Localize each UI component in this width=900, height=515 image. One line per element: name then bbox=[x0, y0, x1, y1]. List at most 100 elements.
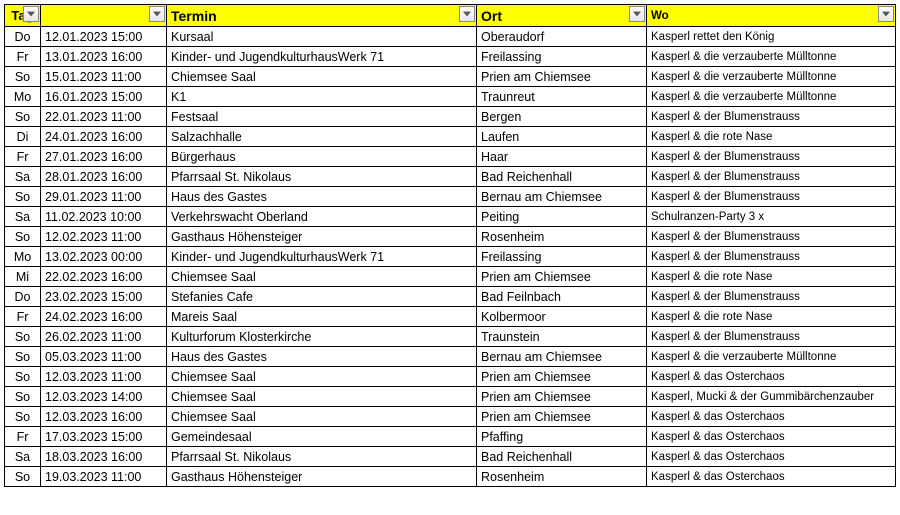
cell-termin: Haus des Gastes bbox=[167, 187, 477, 207]
cell-ort: Oberaudorf bbox=[477, 27, 647, 47]
header-ort-label: Ort bbox=[481, 8, 502, 24]
cell-termin: Salzachhalle bbox=[167, 127, 477, 147]
cell-date: 15.01.2023 11:00 bbox=[41, 67, 167, 87]
cell-tag: Fr bbox=[5, 47, 41, 67]
chevron-down-icon bbox=[882, 11, 890, 17]
header-ort: Ort bbox=[477, 5, 647, 27]
cell-termin: Mareis Saal bbox=[167, 307, 477, 327]
filter-button-tag[interactable] bbox=[23, 6, 39, 22]
header-row: Tag Termin Ort bbox=[5, 5, 896, 27]
cell-tag: So bbox=[5, 227, 41, 247]
filter-button-date[interactable] bbox=[149, 6, 165, 22]
cell-date: 26.02.2023 11:00 bbox=[41, 327, 167, 347]
cell-tag: Fr bbox=[5, 307, 41, 327]
cell-termin: K1 bbox=[167, 87, 477, 107]
cell-termin: Chiemsee Saal bbox=[167, 387, 477, 407]
cell-tag: Mo bbox=[5, 87, 41, 107]
cell-wo: Kasperl, Mucki & der Gummibärchenzauber bbox=[647, 387, 896, 407]
cell-date: 18.03.2023 16:00 bbox=[41, 447, 167, 467]
table-row: So26.02.2023 11:00Kulturforum Klosterkir… bbox=[5, 327, 896, 347]
table-row: Do12.01.2023 15:00KursaalOberaudorfKaspe… bbox=[5, 27, 896, 47]
cell-tag: So bbox=[5, 367, 41, 387]
cell-wo: Kasperl & die rote Nase bbox=[647, 127, 896, 147]
chevron-down-icon bbox=[27, 11, 35, 17]
cell-ort: Traunreut bbox=[477, 87, 647, 107]
cell-ort: Bad Feilnbach bbox=[477, 287, 647, 307]
cell-ort: Bernau am Chiemsee bbox=[477, 347, 647, 367]
table-row: Do23.02.2023 15:00Stefanies CafeBad Feil… bbox=[5, 287, 896, 307]
cell-tag: Sa bbox=[5, 447, 41, 467]
table-row: Fr24.02.2023 16:00Mareis SaalKolbermoorK… bbox=[5, 307, 896, 327]
cell-wo: Kasperl & der Blumenstrauss bbox=[647, 327, 896, 347]
cell-ort: Bad Reichenhall bbox=[477, 447, 647, 467]
filter-button-termin[interactable] bbox=[459, 6, 475, 22]
cell-termin: Pfarrsaal St. Nikolaus bbox=[167, 447, 477, 467]
cell-termin: Haus des Gastes bbox=[167, 347, 477, 367]
cell-date: 29.01.2023 11:00 bbox=[41, 187, 167, 207]
cell-ort: Bad Reichenhall bbox=[477, 167, 647, 187]
table-row: Fr13.01.2023 16:00Kinder- und Jugendkult… bbox=[5, 47, 896, 67]
cell-date: 12.03.2023 14:00 bbox=[41, 387, 167, 407]
filter-button-ort[interactable] bbox=[629, 6, 645, 22]
cell-termin: Verkehrswacht Oberland bbox=[167, 207, 477, 227]
table-row: So29.01.2023 11:00Haus des GastesBernau … bbox=[5, 187, 896, 207]
cell-ort: Freilassing bbox=[477, 247, 647, 267]
cell-wo: Kasperl & der Blumenstrauss bbox=[647, 287, 896, 307]
cell-termin: Bürgerhaus bbox=[167, 147, 477, 167]
cell-termin: Chiemsee Saal bbox=[167, 267, 477, 287]
cell-ort: Haar bbox=[477, 147, 647, 167]
cell-tag: Fr bbox=[5, 427, 41, 447]
cell-wo: Kasperl & die verzauberte Mülltonne bbox=[647, 47, 896, 67]
cell-date: 22.02.2023 16:00 bbox=[41, 267, 167, 287]
cell-ort: Prien am Chiemsee bbox=[477, 367, 647, 387]
header-date bbox=[41, 5, 167, 27]
table-row: Fr17.03.2023 15:00GemeindesaalPfaffingKa… bbox=[5, 427, 896, 447]
table-row: So12.03.2023 16:00Chiemsee SaalPrien am … bbox=[5, 407, 896, 427]
cell-date: 24.01.2023 16:00 bbox=[41, 127, 167, 147]
cell-wo: Kasperl & der Blumenstrauss bbox=[647, 227, 896, 247]
cell-ort: Bergen bbox=[477, 107, 647, 127]
cell-tag: So bbox=[5, 67, 41, 87]
table-row: Di24.01.2023 16:00SalzachhalleLaufenKasp… bbox=[5, 127, 896, 147]
filter-button-wo[interactable] bbox=[878, 6, 894, 22]
cell-date: 12.02.2023 11:00 bbox=[41, 227, 167, 247]
table-row: So19.03.2023 11:00Gasthaus HöhensteigerR… bbox=[5, 467, 896, 487]
cell-termin: Chiemsee Saal bbox=[167, 367, 477, 387]
cell-date: 13.02.2023 00:00 bbox=[41, 247, 167, 267]
cell-ort: Freilassing bbox=[477, 47, 647, 67]
cell-wo: Kasperl & der Blumenstrauss bbox=[647, 167, 896, 187]
cell-wo: Kasperl & die verzauberte Mülltonne bbox=[647, 347, 896, 367]
cell-date: 17.03.2023 15:00 bbox=[41, 427, 167, 447]
table-row: So12.02.2023 11:00Gasthaus HöhensteigerR… bbox=[5, 227, 896, 247]
table-row: Fr27.01.2023 16:00BürgerhausHaarKasperl … bbox=[5, 147, 896, 167]
table-row: Sa11.02.2023 10:00Verkehrswacht Oberland… bbox=[5, 207, 896, 227]
table-row: Mi22.02.2023 16:00Chiemsee SaalPrien am … bbox=[5, 267, 896, 287]
cell-ort: Pfaffing bbox=[477, 427, 647, 447]
cell-date: 12.01.2023 15:00 bbox=[41, 27, 167, 47]
chevron-down-icon bbox=[633, 11, 641, 17]
cell-date: 23.02.2023 15:00 bbox=[41, 287, 167, 307]
cell-tag: Do bbox=[5, 287, 41, 307]
table-row: Mo13.02.2023 00:00Kinder- und Jugendkult… bbox=[5, 247, 896, 267]
cell-ort: Rosenheim bbox=[477, 467, 647, 487]
cell-ort: Rosenheim bbox=[477, 227, 647, 247]
cell-tag: Sa bbox=[5, 167, 41, 187]
cell-termin: Kinder- und JugendkulturhausWerk 71 bbox=[167, 247, 477, 267]
cell-wo: Schulranzen-Party 3 x bbox=[647, 207, 896, 227]
cell-tag: So bbox=[5, 407, 41, 427]
cell-tag: Do bbox=[5, 27, 41, 47]
cell-termin: Festsaal bbox=[167, 107, 477, 127]
cell-date: 28.01.2023 16:00 bbox=[41, 167, 167, 187]
cell-tag: So bbox=[5, 467, 41, 487]
cell-wo: Kasperl & das Osterchaos bbox=[647, 407, 896, 427]
cell-date: 19.03.2023 11:00 bbox=[41, 467, 167, 487]
cell-tag: So bbox=[5, 187, 41, 207]
cell-tag: Di bbox=[5, 127, 41, 147]
cell-date: 13.01.2023 16:00 bbox=[41, 47, 167, 67]
cell-date: 12.03.2023 11:00 bbox=[41, 367, 167, 387]
cell-wo: Kasperl & die verzauberte Mülltonne bbox=[647, 67, 896, 87]
cell-termin: Stefanies Cafe bbox=[167, 287, 477, 307]
cell-termin: Gasthaus Höhensteiger bbox=[167, 467, 477, 487]
table-row: So22.01.2023 11:00FestsaalBergenKasperl … bbox=[5, 107, 896, 127]
cell-date: 16.01.2023 15:00 bbox=[41, 87, 167, 107]
